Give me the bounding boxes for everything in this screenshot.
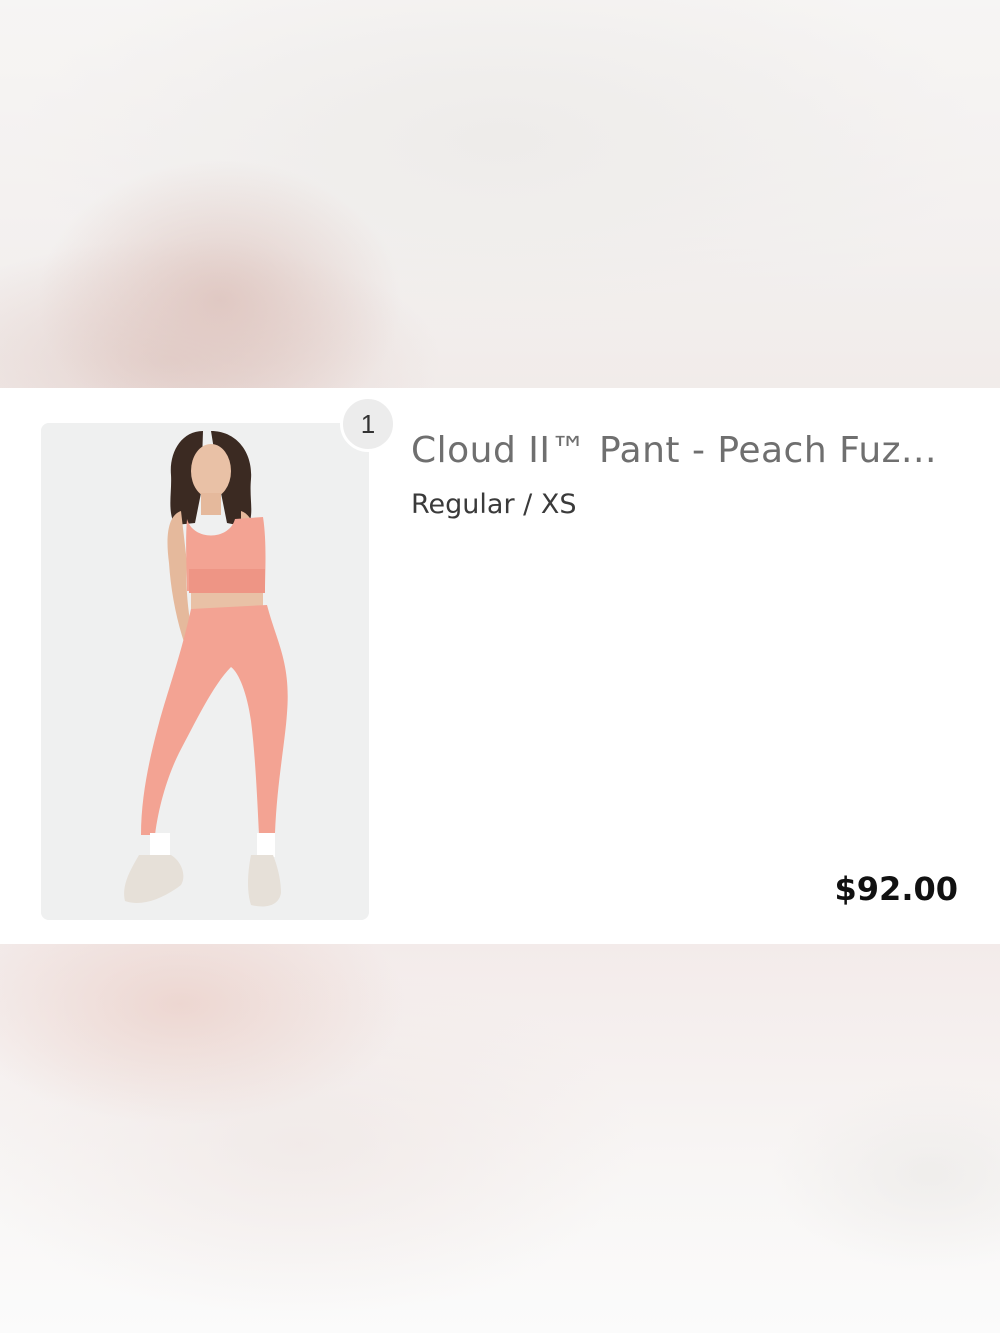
- quantity-badge: 1: [340, 396, 396, 452]
- product-price: $92.00: [834, 870, 958, 908]
- product-photo-leggings: [41, 423, 369, 920]
- product-variant: Regular / XS: [411, 489, 577, 520]
- blurred-backdrop-top: [0, 0, 1000, 388]
- product-image[interactable]: [41, 423, 369, 920]
- product-title[interactable]: Cloud II™ Pant - Peach Fuz...: [411, 430, 971, 471]
- blurred-backdrop-bottom: [0, 944, 1000, 1333]
- cart-line-item[interactable]: 1 Cloud II™ Pant - Peach Fuz... Regular …: [0, 388, 1000, 944]
